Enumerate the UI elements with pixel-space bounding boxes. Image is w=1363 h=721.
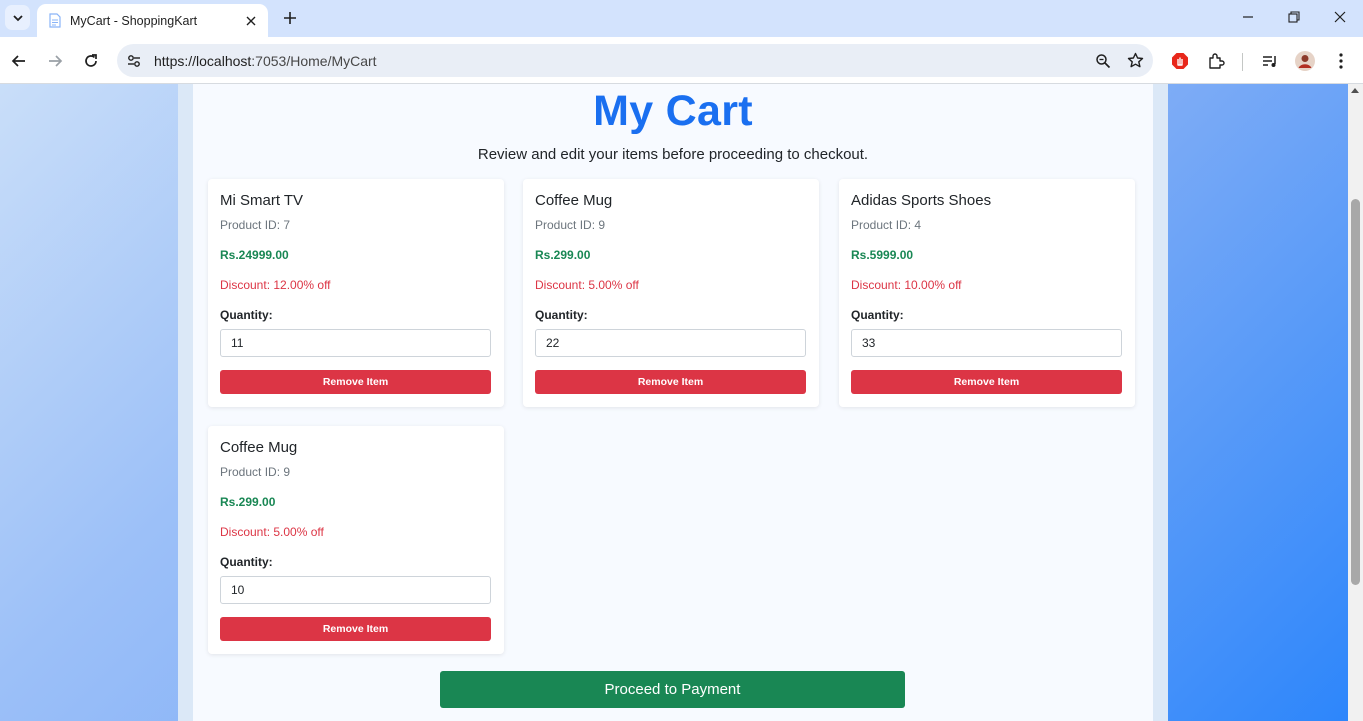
chevron-down-icon (12, 14, 23, 21)
minimize-button[interactable] (1225, 4, 1271, 30)
site-info-button[interactable] (121, 48, 147, 74)
arrow-left-icon (11, 55, 25, 67)
extensions-puzzle-icon[interactable] (1202, 47, 1230, 75)
toolbar-divider (1242, 53, 1243, 71)
page-viewport: My Cart Review and edit your items befor… (0, 84, 1348, 721)
arrow-right-icon (49, 55, 63, 67)
page-subtitle: Review and edit your items before procee… (477, 146, 869, 163)
product-price: Rs.24999.00 (220, 248, 289, 262)
product-id: Product ID: 7 (220, 218, 291, 232)
close-icon (1334, 11, 1346, 23)
address-bar[interactable]: https://localhost:7053/Home/MyCart (117, 44, 1153, 77)
remove-item-button[interactable]: Remove Item (851, 370, 1122, 394)
forward-button[interactable] (41, 47, 69, 75)
product-id: Product ID: 9 (535, 218, 606, 232)
product-name: Mi Smart TV (220, 192, 304, 209)
tab-search-button[interactable] (5, 5, 30, 30)
url-text: https://localhost:7053/Home/MyCart (154, 53, 1089, 69)
tune-icon (128, 54, 140, 67)
product-name: Coffee Mug (220, 439, 298, 456)
quantity-input[interactable] (220, 329, 491, 357)
page-favicon-icon (47, 13, 62, 28)
product-discount: Discount: 5.00% off (220, 525, 324, 539)
bookmark-star-icon[interactable] (1121, 47, 1149, 75)
product-discount: Discount: 12.00% off (220, 278, 331, 292)
adblock-extension-icon[interactable] (1166, 47, 1194, 75)
product-id: Product ID: 9 (220, 465, 291, 479)
profile-avatar-icon[interactable] (1291, 47, 1319, 75)
media-queue-icon[interactable] (1256, 47, 1284, 75)
active-tab[interactable]: MyCart - ShoppingKart (37, 4, 268, 37)
back-button[interactable] (5, 47, 33, 75)
quantity-input[interactable] (220, 576, 491, 604)
product-price: Rs.299.00 (535, 248, 591, 262)
scroll-up-arrow-icon[interactable] (1351, 88, 1359, 93)
quantity-label: Quantity: (851, 308, 904, 322)
cart-item-card: Coffee Mug Product ID: 9 Rs.299.00 Disco… (523, 179, 819, 407)
restore-button[interactable] (1271, 4, 1317, 30)
tab-close-icon[interactable] (242, 12, 260, 30)
product-price: Rs.299.00 (220, 495, 276, 509)
close-window-button[interactable] (1317, 4, 1363, 30)
remove-item-button[interactable]: Remove Item (535, 370, 806, 394)
quantity-label: Quantity: (220, 308, 273, 322)
page-container: My Cart Review and edit your items befor… (178, 84, 1168, 721)
restore-icon (1288, 11, 1300, 23)
quantity-label: Quantity: (535, 308, 588, 322)
minimize-icon (1243, 16, 1253, 18)
scrollbar-thumb[interactable] (1351, 199, 1360, 585)
cart-item-card: Coffee Mug Product ID: 9 Rs.299.00 Disco… (208, 426, 504, 654)
url-host: localhost (196, 52, 252, 69)
reload-button[interactable] (77, 47, 105, 75)
quantity-input[interactable] (535, 329, 806, 357)
remove-item-button[interactable]: Remove Item (220, 370, 491, 394)
plus-icon (284, 12, 296, 24)
product-discount: Discount: 10.00% off (851, 278, 962, 292)
url-scheme: https:// (154, 52, 197, 69)
tab-strip: MyCart - ShoppingKart (0, 0, 1363, 37)
proceed-to-payment-button[interactable]: Proceed to Payment (440, 671, 905, 708)
zoom-icon[interactable] (1089, 47, 1117, 75)
cart-item-card: Mi Smart TV Product ID: 7 Rs.24999.00 Di… (208, 179, 504, 407)
remove-item-button[interactable]: Remove Item (220, 617, 491, 641)
reload-icon (85, 54, 97, 67)
url-path: :7053/Home/MyCart (251, 52, 377, 69)
product-price: Rs.5999.00 (851, 248, 914, 262)
product-name: Adidas Sports Shoes (851, 192, 992, 209)
product-name: Coffee Mug (535, 192, 613, 209)
quantity-label: Quantity: (220, 555, 273, 569)
quantity-input[interactable] (851, 329, 1122, 357)
cart-item-card: Adidas Sports Shoes Product ID: 4 Rs.599… (839, 179, 1135, 407)
page-title: My Cart (593, 87, 753, 135)
new-tab-button[interactable] (279, 7, 301, 29)
browser-menu-icon[interactable] (1327, 47, 1355, 75)
product-discount: Discount: 5.00% off (535, 278, 639, 292)
browser-toolbar: https://localhost:7053/Home/MyCart (0, 37, 1363, 84)
product-id: Product ID: 4 (851, 218, 922, 232)
tab-title: MyCart - ShoppingKart (70, 13, 198, 28)
